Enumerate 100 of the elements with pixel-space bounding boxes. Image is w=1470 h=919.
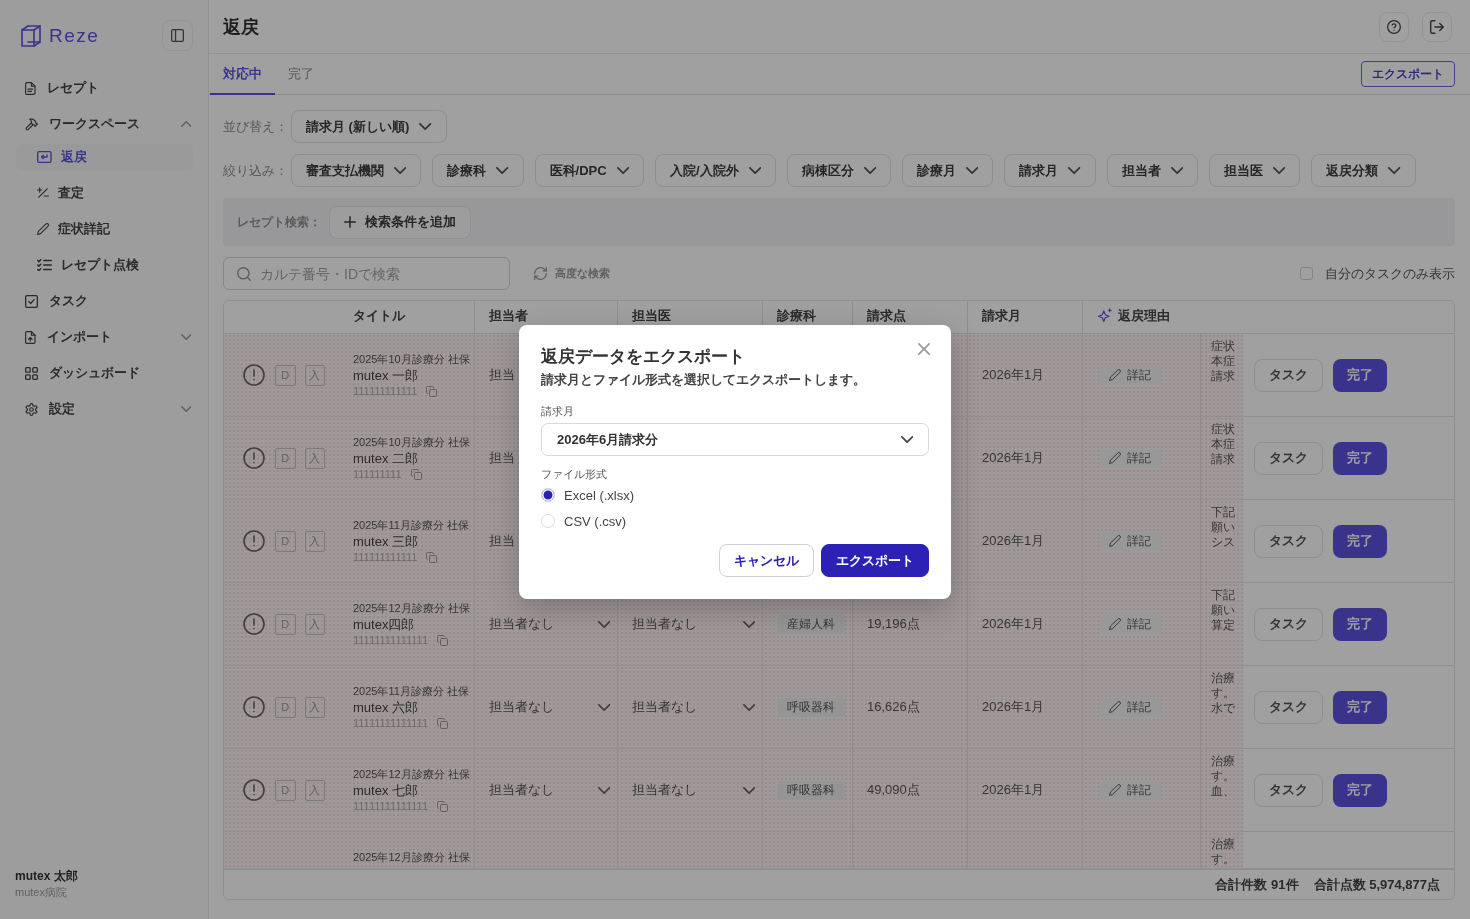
filter-dropdown[interactable]: 医科/DPC [534, 154, 644, 187]
column-header: 担当医 [632, 308, 671, 324]
help-button[interactable] [1379, 11, 1409, 42]
detail-button[interactable]: 詳記 [1099, 780, 1161, 800]
nav-subitem[interactable]: 症状詳記 [16, 216, 193, 242]
type-badge: D [275, 364, 296, 386]
reason-text: 下記 願い 算定 [1211, 588, 1235, 633]
column-header: 請求点 [867, 308, 906, 324]
complete-button[interactable]: 完了 [1333, 607, 1387, 641]
type-badge: 入 [304, 530, 325, 552]
task-button[interactable]: タスク [1254, 524, 1323, 558]
nav-item[interactable]: タスク [0, 283, 208, 319]
points-text: 16,626点 [867, 698, 920, 716]
filter-dropdown[interactable]: 請求月 [1004, 154, 1096, 187]
month-select[interactable]: 2026年6月請求分 [541, 423, 929, 456]
billing-month-text: 2026年1月 [982, 449, 1045, 467]
complete-button[interactable]: 完了 [1333, 524, 1387, 558]
billing-month-text: 2026年1月 [982, 698, 1045, 716]
tab[interactable]: 対応中 [210, 54, 275, 95]
doctor-select[interactable]: 担当者なし [632, 778, 755, 802]
filter-dropdown[interactable]: 審査支払機関 [291, 154, 422, 187]
collapse-sidebar-button[interactable] [162, 20, 193, 51]
nav-item[interactable]: インポート [0, 319, 208, 355]
complete-button[interactable]: 完了 [1333, 358, 1387, 392]
nav-item[interactable]: 設定 [0, 391, 208, 427]
cancel-button[interactable]: キャンセル [719, 544, 814, 577]
assignee-select[interactable]: 担当者なし [489, 612, 610, 636]
user-name: mutex 太郎 [15, 868, 79, 884]
nav-subitem[interactable]: 査定 [16, 180, 193, 206]
column-header: 担当者 [489, 308, 528, 324]
billing-month-text: 2026年1月 [982, 615, 1045, 633]
filter-dropdown[interactable]: 診療月 [902, 154, 994, 187]
task-button[interactable]: タスク [1254, 607, 1323, 641]
confirm-export-button[interactable]: エクスポート [821, 544, 929, 577]
type-badge: D [275, 779, 296, 801]
grid-icon [25, 366, 38, 380]
nav-item[interactable]: ダッシュボード [0, 355, 208, 391]
checkbox[interactable] [1300, 267, 1313, 280]
alert-icon [243, 447, 265, 469]
doctor-select[interactable]: 担当者なし [632, 695, 755, 719]
add-condition-button[interactable]: 検索条件を追加 [329, 205, 471, 239]
patient-name: mutex四郎 [353, 616, 415, 633]
dialog-title: 返戻データをエクスポート [541, 346, 745, 368]
return-icon [37, 151, 52, 163]
radio-option[interactable]: CSV (.csv) [541, 508, 627, 534]
nav-subitem[interactable]: レセプト点検 [16, 252, 193, 278]
filter-dropdown[interactable]: 入院/入院外 [654, 154, 776, 187]
check-square-icon [25, 294, 38, 308]
task-button[interactable]: タスク [1254, 441, 1323, 475]
type-badge: D [275, 530, 296, 552]
copy-icon [410, 469, 422, 480]
doctor-select[interactable]: 担当者なし [632, 612, 755, 636]
claim-title: 2025年10月診療分 社保 [353, 352, 470, 367]
logout-button[interactable] [1422, 11, 1452, 42]
complete-button[interactable]: 完了 [1333, 773, 1387, 807]
radio-option[interactable]: Excel (.xlsx) [541, 482, 635, 508]
assignee-select[interactable]: 担当者なし [489, 778, 610, 802]
copy-icon [437, 635, 449, 646]
detail-button[interactable]: 詳記 [1099, 697, 1161, 717]
detail-button[interactable]: 詳記 [1099, 448, 1161, 468]
filter-dropdown[interactable]: 診療科 [432, 154, 524, 187]
detail-button[interactable]: 詳記 [1099, 531, 1161, 551]
close-button[interactable] [918, 343, 930, 355]
assignee-select[interactable]: 担当者なし [489, 695, 610, 719]
search-field[interactable]: カルテ番号・IDで検索 [223, 257, 510, 290]
detail-button[interactable]: 詳記 [1099, 614, 1161, 634]
chevron-down-icon [616, 167, 629, 174]
complete-button[interactable]: 完了 [1333, 441, 1387, 475]
filter-dropdown[interactable]: 病棟区分 [786, 154, 892, 187]
nav-item[interactable]: レセプト [0, 70, 208, 106]
search-icon [237, 267, 251, 281]
type-badge: D [275, 447, 296, 469]
detail-button[interactable]: 詳記 [1099, 365, 1161, 385]
export-button[interactable]: エクスポート [1361, 61, 1455, 87]
task-button[interactable]: タスク [1254, 358, 1323, 392]
advanced-search-link[interactable]: 高度な検索 [534, 266, 610, 281]
sort-dropdown[interactable]: 請求月 (新しい順) [291, 110, 447, 143]
reason-text: 下記 願い シス [1211, 505, 1235, 550]
task-button[interactable]: タスク [1254, 690, 1323, 724]
assignee-text: 担当 [489, 532, 515, 550]
task-button[interactable]: タスク [1254, 773, 1323, 807]
plus-minus-icon [37, 187, 49, 199]
filter-dropdown[interactable]: 担当医 [1209, 154, 1301, 187]
brand-name: Reze [49, 24, 100, 47]
patient-name: mutex 二郎 [353, 450, 418, 467]
claim-title: 2025年12月診療分 社保 [353, 601, 470, 616]
nav-item[interactable]: ワークスペース [0, 106, 208, 142]
filter-dropdown[interactable]: 担当者 [1106, 154, 1199, 187]
patient-name: mutex 六郎 [353, 699, 418, 716]
filter-dropdown[interactable]: 返戻分類 [1311, 154, 1416, 187]
department-tag: 産婦人科 [777, 614, 845, 634]
reason-text: 治療 す。 血、 [1211, 754, 1235, 799]
tab[interactable]: 完了 [275, 54, 327, 95]
total-count: 合計件数 91件 [1215, 875, 1299, 894]
total-points: 合計点数 5,974,877点 [1313, 875, 1440, 894]
alert-icon [243, 364, 265, 386]
complete-button[interactable]: 完了 [1333, 690, 1387, 724]
copy-icon [426, 386, 438, 397]
pencil-icon [1109, 535, 1121, 547]
hammer-icon [25, 117, 38, 131]
